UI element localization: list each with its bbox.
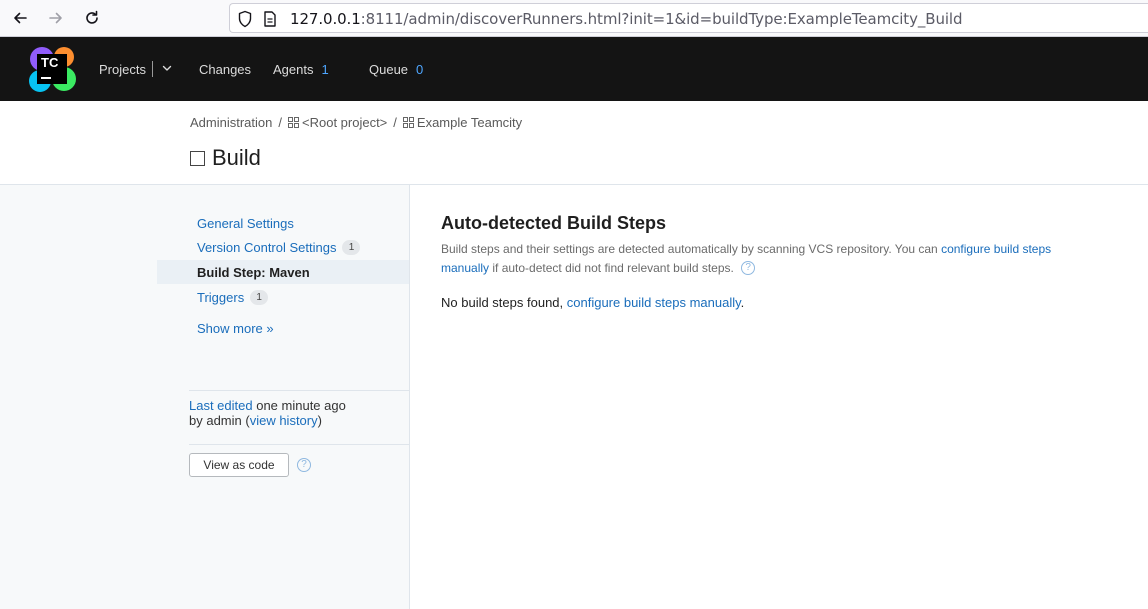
sidebar-item-general-settings[interactable]: General Settings [157, 211, 409, 235]
triggers-count-badge: 1 [250, 289, 269, 305]
app-header: TC Projects Changes Agents 1 Queue 0 [0, 37, 1148, 101]
forward-arrow-icon[interactable] [46, 8, 66, 28]
sidebar: General Settings Version Control Setting… [0, 185, 410, 609]
url-path: :8111/admin/discoverRunners.html?init=1&… [360, 10, 963, 28]
build-config-icon [190, 150, 205, 166]
main-area: General Settings Version Control Setting… [0, 185, 1148, 609]
agents-count[interactable]: 1 [321, 62, 328, 77]
sidebar-item-triggers[interactable]: Triggers 1 [157, 285, 409, 309]
breadcrumb-separator: / [278, 115, 282, 130]
desc-text-2: if auto-detect did not find relevant bui… [489, 261, 734, 275]
queue-count[interactable]: 0 [416, 62, 423, 77]
project-grid-icon [288, 117, 299, 128]
vcs-count-badge: 1 [342, 239, 361, 255]
project-grid-icon [402, 117, 414, 128]
last-edited-info: Last edited one minute ago by admin (vie… [189, 398, 346, 428]
close-paren: ) [317, 413, 322, 428]
configure-manually-link-2[interactable]: configure build steps manually [567, 295, 741, 310]
address-bar[interactable]: 127.0.0.1:8111/admin/discoverRunners.htm… [229, 3, 1148, 33]
sidebar-item-build-step-maven[interactable]: Build Step: Maven [157, 260, 409, 284]
nav-projects[interactable]: Projects [99, 37, 173, 101]
sidebar-divider [189, 390, 409, 391]
sidebar-item-label[interactable]: General Settings [197, 216, 294, 231]
nav-agents-label[interactable]: Agents [273, 62, 313, 77]
msg-text-1: No build steps found, [441, 295, 567, 310]
page-icon [263, 10, 277, 31]
breadcrumb-administration[interactable]: Administration [190, 115, 272, 130]
sidebar-item-label[interactable]: Version Control Settings [197, 240, 336, 255]
help-icon[interactable]: ? [741, 260, 756, 275]
section-description: Build steps and their settings are detec… [441, 240, 1081, 278]
view-history-link[interactable]: view history [250, 413, 318, 428]
nav-queue[interactable]: Queue 0 [369, 37, 423, 101]
help-icon[interactable]: ? [297, 458, 311, 472]
sidebar-divider [189, 444, 409, 445]
shield-icon[interactable] [237, 10, 253, 31]
teamcity-logo[interactable]: TC [28, 45, 76, 93]
logo-text: TC [41, 55, 59, 70]
sidebar-item-label[interactable]: Build Step: Maven [197, 265, 310, 280]
nav-agents[interactable]: Agents 1 [273, 37, 329, 101]
page-title: Build [190, 145, 261, 171]
last-edited-time: one minute ago [252, 398, 346, 413]
sidebar-item-version-control[interactable]: Version Control Settings 1 [157, 235, 409, 259]
last-edited-link[interactable]: Last edited [189, 398, 253, 413]
page-header: Administration / <Root project> / Exampl… [0, 101, 1148, 185]
breadcrumb-example-teamcity[interactable]: Example Teamcity [417, 115, 522, 130]
breadcrumb-root-project[interactable]: <Root project> [302, 115, 387, 130]
breadcrumb-separator: / [393, 115, 397, 130]
main-content: Auto-detected Build Steps Build steps an… [441, 213, 1081, 310]
reload-icon[interactable] [82, 8, 102, 28]
chevron-down-icon[interactable] [161, 62, 173, 77]
page-title-text: Build [212, 145, 261, 170]
show-more-label[interactable]: Show more » [197, 321, 274, 336]
breadcrumb: Administration / <Root project> / Exampl… [190, 115, 522, 130]
msg-text-2: . [740, 295, 745, 310]
nav-separator [151, 61, 153, 77]
sidebar-item-label[interactable]: Triggers [197, 290, 244, 305]
nav-queue-label[interactable]: Queue [369, 62, 408, 77]
browser-toolbar: 127.0.0.1:8111/admin/discoverRunners.htm… [0, 0, 1148, 37]
section-heading: Auto-detected Build Steps [441, 213, 667, 233]
nav-changes-label[interactable]: Changes [199, 62, 251, 77]
nav-projects-label[interactable]: Projects [99, 62, 146, 77]
desc-text-1: Build steps and their settings are detec… [441, 242, 942, 256]
edited-by: by admin ( [189, 413, 250, 428]
nav-changes[interactable]: Changes [199, 37, 251, 101]
no-steps-message: No build steps found, configure build st… [441, 295, 1081, 310]
back-arrow-icon[interactable] [10, 8, 30, 28]
url-text[interactable]: 127.0.0.1:8111/admin/discoverRunners.htm… [290, 10, 963, 28]
show-more-link[interactable]: Show more » [157, 316, 409, 340]
url-host: 127.0.0.1 [290, 10, 361, 28]
view-as-code-button[interactable]: View as code [189, 453, 289, 477]
